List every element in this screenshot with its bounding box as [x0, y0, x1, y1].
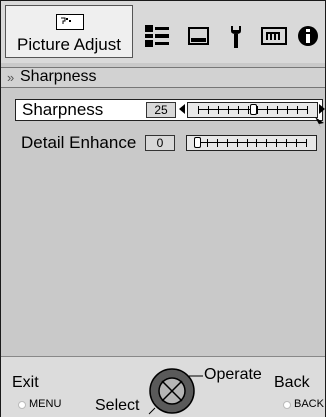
back-label: Back	[274, 374, 310, 391]
slider-tick	[217, 106, 219, 114]
setup-wrench-icon[interactable]	[227, 25, 245, 48]
tab-picture-adjust-label: Picture Adjust	[17, 35, 121, 54]
display-icon[interactable]	[187, 25, 211, 47]
slider-track	[197, 142, 306, 143]
slider-tick	[297, 106, 299, 114]
slider-tick	[216, 139, 218, 147]
slider-tick	[307, 106, 308, 114]
audio-settings-icon[interactable]	[143, 25, 171, 47]
slider-tick	[236, 139, 238, 147]
slider-tick	[207, 106, 209, 114]
decrease-arrow-icon[interactable]	[179, 104, 185, 114]
pointer-cursor-icon	[315, 117, 324, 128]
tab-picture-adjust[interactable]: Picture Adjust	[5, 5, 133, 58]
slider-thumb[interactable]	[194, 137, 201, 148]
exit-key-label: MENU	[29, 398, 62, 410]
slider-tick	[257, 106, 259, 114]
navigation-wheel-icon[interactable]	[147, 364, 205, 416]
breadcrumb-title: Sharpness	[20, 68, 97, 85]
slider-tick	[256, 139, 258, 147]
setting-name: Sharpness	[22, 100, 104, 119]
menu-key-icon	[18, 401, 26, 409]
slider-tick	[206, 139, 208, 147]
back-key-label: BACK	[294, 398, 324, 410]
slider-tick	[227, 106, 229, 114]
setting-value: 0	[145, 135, 175, 151]
slider-tick	[266, 139, 268, 147]
slider-tick	[246, 139, 248, 147]
slider-tick	[267, 106, 269, 114]
increase-arrow-icon[interactable]	[319, 104, 325, 114]
picture-icon	[56, 14, 84, 30]
operate-label: Operate	[204, 366, 262, 383]
select-label: Select	[95, 397, 140, 414]
setting-row-sharpness[interactable]: Sharpness 25	[15, 99, 325, 121]
slider-tick	[296, 139, 298, 147]
slider-thumb[interactable]	[249, 104, 257, 115]
osd-menu: Picture Adjust » Sharpness Sharpness 25 …	[0, 0, 326, 417]
setting-row-detail-enhance[interactable]: Detail Enhance 0	[15, 133, 323, 155]
slider-tick	[247, 106, 249, 114]
slider-tick	[287, 106, 289, 114]
info-icon[interactable]	[297, 25, 319, 47]
setting-slider[interactable]	[186, 135, 317, 151]
slider-tick	[237, 106, 239, 114]
slider-tick	[226, 139, 228, 147]
chevron-right-icon: »	[7, 70, 15, 85]
slider-tick	[286, 139, 288, 147]
menu-bar: Picture Adjust	[1, 1, 325, 63]
slider-tick	[306, 139, 307, 147]
exit-label: Exit	[12, 374, 39, 391]
setting-slider[interactable]	[187, 102, 318, 118]
network-icon[interactable]	[260, 25, 288, 47]
setting-name: Detail Enhance	[21, 133, 137, 152]
setting-value: 25	[146, 102, 176, 118]
slider-tick	[276, 139, 278, 147]
slider-tick	[198, 106, 199, 114]
back-key-icon	[283, 401, 291, 409]
breadcrumb: » Sharpness	[1, 67, 325, 88]
slider-tick	[277, 106, 279, 114]
footer-help: Exit MENU Select Operate Back BACK	[1, 356, 325, 417]
